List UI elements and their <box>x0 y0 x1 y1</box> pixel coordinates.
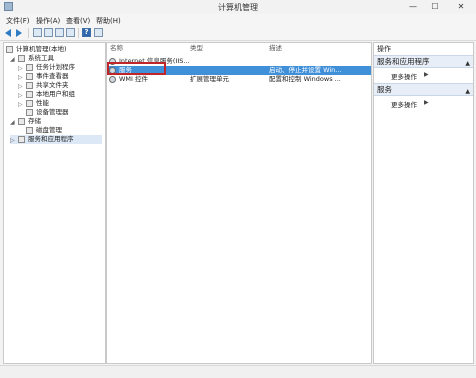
toolbar-separator <box>78 28 79 38</box>
actions-group-services[interactable]: 服务 ▲ <box>374 83 473 96</box>
more-actions-link[interactable]: 更多操作 ▶ <box>391 71 429 81</box>
properties-icon[interactable] <box>66 28 75 37</box>
export-list-icon[interactable] <box>55 28 64 37</box>
submenu-arrow-icon: ▶ <box>424 99 429 106</box>
console-tree[interactable]: 计算机管理(本地) ◢ 系统工具 ▷ 任务计划程序 ▷ 事件查看器 ▷ 共享文件… <box>3 42 106 364</box>
computer-management-window: 计算机管理 — ☐ ✕ 文件(F) 操作(A) 查看(V) 帮助(H) ? 计算… <box>0 0 476 378</box>
details-pane: 名称 类型 描述 Internet 信息服务(IIS... 服务 启动、停止并设… <box>106 42 372 364</box>
expand-icon[interactable]: ◢ <box>10 118 15 127</box>
folder-icon <box>26 82 33 89</box>
menu-view[interactable]: 查看(V) <box>66 16 90 26</box>
show-hide-tree-icon[interactable] <box>44 28 53 37</box>
menu-help[interactable]: 帮助(H) <box>96 16 121 26</box>
actions-group-services-and-applications[interactable]: 服务和应用程序 ▲ <box>374 55 473 68</box>
menu-bar: 文件(F) 操作(A) 查看(V) 帮助(H) <box>0 14 476 26</box>
help-icon[interactable]: ? <box>82 28 91 37</box>
up-folder-icon[interactable] <box>33 28 42 37</box>
wmi-icon <box>109 76 116 83</box>
services-icon <box>18 136 25 143</box>
expand-icon[interactable]: ▷ <box>18 64 23 73</box>
back-icon[interactable] <box>5 28 14 37</box>
device-icon <box>26 109 33 116</box>
submenu-arrow-icon: ▶ <box>424 71 429 78</box>
menu-action[interactable]: 操作(A) <box>36 16 60 26</box>
action-pane-icon[interactable] <box>94 28 103 37</box>
storage-icon <box>18 118 25 125</box>
event-log-icon <box>26 73 33 80</box>
column-header-name[interactable]: 名称 <box>110 43 123 54</box>
close-button[interactable]: ✕ <box>446 0 476 13</box>
disk-icon <box>26 127 33 134</box>
expand-icon[interactable]: ▷ <box>10 136 15 145</box>
forward-icon[interactable] <box>16 28 25 37</box>
expand-icon[interactable]: ◢ <box>10 55 15 64</box>
column-header-type[interactable]: 类型 <box>190 43 203 54</box>
actions-header: 操作 <box>377 45 391 53</box>
annotation-highlight-box <box>107 62 166 75</box>
performance-icon <box>26 100 33 107</box>
users-icon <box>26 91 33 98</box>
more-actions-link[interactable]: 更多操作 ▶ <box>391 99 429 109</box>
title-bar: 计算机管理 — ☐ ✕ <box>0 0 476 13</box>
actions-pane: 操作 服务和应用程序 ▲ 更多操作 ▶ 服务 ▲ 更多操作 ▶ <box>373 42 474 364</box>
expand-icon[interactable]: ▷ <box>18 82 23 91</box>
status-bar <box>0 365 476 378</box>
toolbar: ? <box>0 26 476 41</box>
collapse-icon[interactable]: ▲ <box>465 58 470 69</box>
expand-icon[interactable]: ▷ <box>18 73 23 82</box>
clock-icon <box>26 64 33 71</box>
minimize-button[interactable]: — <box>402 0 424 13</box>
tree-item-services-and-applications[interactable]: ▷ 服务和应用程序 <box>10 135 102 144</box>
list-item[interactable]: WMI 控件 扩展管理单元 配置和控制 Windows ... <box>107 75 371 84</box>
tools-icon <box>18 55 25 62</box>
computer-icon <box>6 46 13 53</box>
expand-icon[interactable]: ▷ <box>18 91 23 100</box>
expand-icon[interactable]: ▷ <box>18 100 23 109</box>
menu-file[interactable]: 文件(F) <box>6 16 30 26</box>
column-header-description[interactable]: 描述 <box>269 43 282 54</box>
collapse-icon[interactable]: ▲ <box>465 86 470 97</box>
toolbar-separator <box>28 28 29 38</box>
maximize-button[interactable]: ☐ <box>424 0 446 13</box>
